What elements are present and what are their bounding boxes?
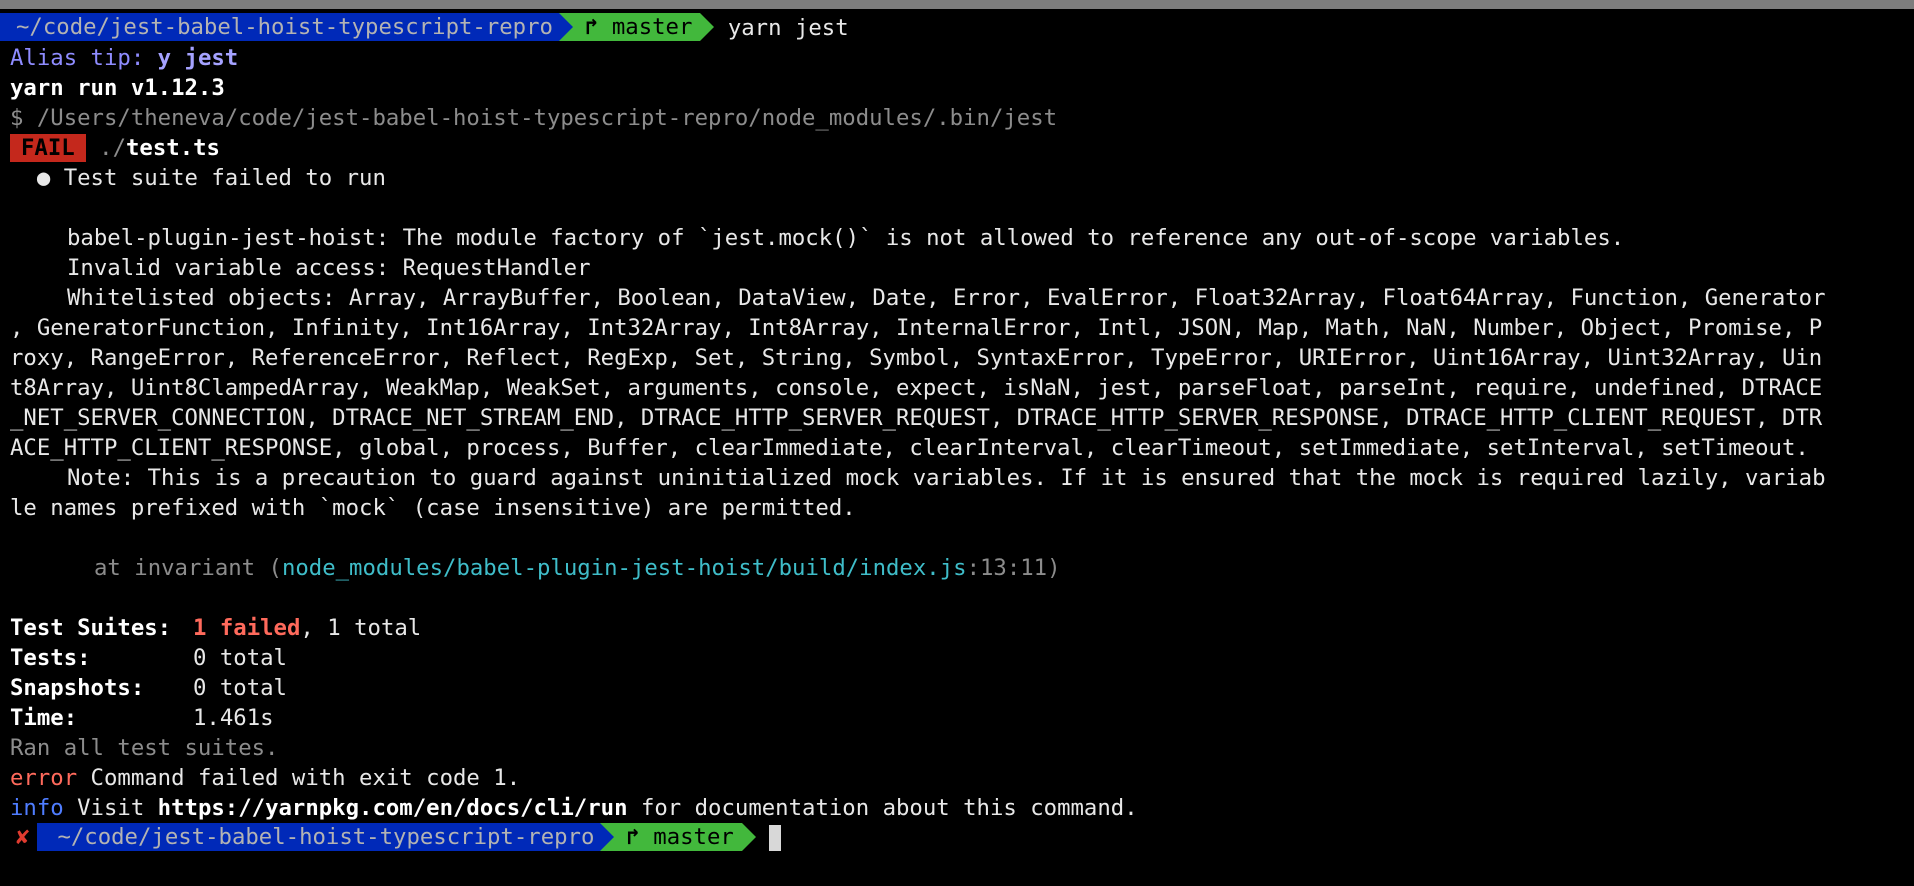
summary-label: Tests: — [10, 645, 91, 671]
snapshots-value: 0 total — [193, 675, 287, 701]
window-titlebar — [0, 0, 1914, 9]
git-branch-icon: ↱ — [626, 824, 640, 850]
terminal-cursor[interactable] — [769, 825, 782, 851]
exec-path-line: $ /Users/theneva/code/jest-babel-hoist-t… — [10, 105, 1058, 131]
powerline-separator — [558, 13, 573, 41]
summary-label: Test Suites: — [10, 615, 172, 641]
fail-badge: FAIL — [10, 134, 86, 162]
summary-tests: Tests: 0 total — [10, 643, 1908, 673]
suite-failed-line: ● Test suite failed to run — [10, 165, 386, 191]
alias-tip-line: Alias tip: y jest — [10, 43, 1908, 73]
test-result-line: FAIL ./test.ts — [10, 133, 1908, 163]
stack-trace-line: at invariant (node_modules/babel-plugin-… — [10, 553, 1908, 583]
alias-tip-alias: y jest — [157, 45, 239, 71]
stack-location: :13:11 — [966, 555, 1048, 581]
status-segment: ✘ — [0, 823, 37, 851]
test-file-name: test.ts — [126, 135, 220, 161]
prompt-line: ~/code/jest-babel-hoist-typescript-repro… — [0, 13, 1908, 43]
prompt-path-segment: ~/code/jest-babel-hoist-typescript-repro — [0, 13, 559, 41]
prompt-branch-segment: ↱ master — [572, 13, 701, 41]
error-text: Command failed with exit code 1. — [77, 765, 521, 791]
time-value: 1.461s — [193, 705, 274, 731]
summary-time: Time: 1.461s — [10, 703, 1908, 733]
command-text: yarn jest — [727, 15, 849, 41]
stack-suffix: ) — [1047, 555, 1061, 581]
alias-tip-label: Alias tip: — [10, 45, 158, 71]
docs-link[interactable]: https://yarnpkg.com/en/docs/cli/run — [158, 795, 628, 821]
info-pre: Visit — [63, 795, 158, 821]
yarn-version-line: yarn run v1.12.3 — [10, 75, 225, 101]
error-line: Whitelisted objects: Array, ArrayBuffer,… — [67, 285, 1826, 311]
info-post: for documentation about this command. — [627, 795, 1138, 821]
prompt-branch-segment: ↱ master — [614, 823, 742, 851]
ran-all-line: Ran all test suites. — [10, 735, 279, 761]
error-line: Note: This is a precaution to guard agai… — [67, 465, 1826, 491]
tests-value: 0 total — [193, 645, 287, 671]
prompt-path-segment: ~/code/jest-babel-hoist-typescript-repro — [37, 823, 601, 851]
stack-prefix: at invariant ( — [94, 555, 282, 581]
branch-name: master — [653, 824, 734, 850]
prompt-line: ✘ ~/code/jest-babel-hoist-typescript-repr… — [0, 823, 1908, 853]
git-branch-icon: ↱ — [584, 14, 599, 40]
info-tag: info — [10, 795, 64, 821]
error-line: _NET_SERVER_CONNECTION, DTRACE_NET_STREA… — [10, 405, 1823, 431]
cross-icon: ✘ — [16, 824, 30, 850]
error-message-line: error Command failed with exit code 1. — [10, 763, 1908, 793]
summary-label: Time: — [10, 705, 78, 731]
powerline-separator — [741, 823, 756, 851]
error-line: le names prefixed with `mock` (case inse… — [10, 495, 856, 521]
summary-label: Snapshots: — [10, 675, 145, 701]
error-line: babel-plugin-jest-hoist: The module fact… — [67, 225, 1625, 251]
error-line: t8Array, Uint8ClampedArray, WeakMap, Wea… — [10, 375, 1823, 401]
powerline-separator — [600, 823, 615, 851]
summary-snapshots: Snapshots: 0 total — [10, 673, 1908, 703]
error-line: Invalid variable access: RequestHandler — [67, 255, 591, 281]
error-line: ACE_HTTP_CLIENT_RESPONSE, global, proces… — [10, 435, 1809, 461]
suites-total: , 1 total — [300, 615, 422, 641]
terminal-output[interactable]: ~/code/jest-babel-hoist-typescript-repro… — [0, 13, 1908, 853]
powerline-separator — [700, 13, 715, 41]
error-line: roxy, RangeError, ReferenceError, Reflec… — [10, 345, 1823, 371]
summary-suites: Test Suites: 1 failed, 1 total — [10, 613, 1908, 643]
stack-file-link[interactable]: node_modules/babel-plugin-jest-hoist/bui… — [282, 555, 967, 581]
info-message-line: info Visit https://yarnpkg.com/en/docs/c… — [10, 793, 1908, 823]
suites-failed-count: 1 failed — [193, 615, 301, 641]
branch-name: master — [611, 14, 693, 40]
error-line: , GeneratorFunction, Infinity, Int16Arra… — [10, 315, 1823, 341]
error-tag: error — [10, 765, 78, 791]
file-prefix: ./ — [99, 135, 126, 161]
